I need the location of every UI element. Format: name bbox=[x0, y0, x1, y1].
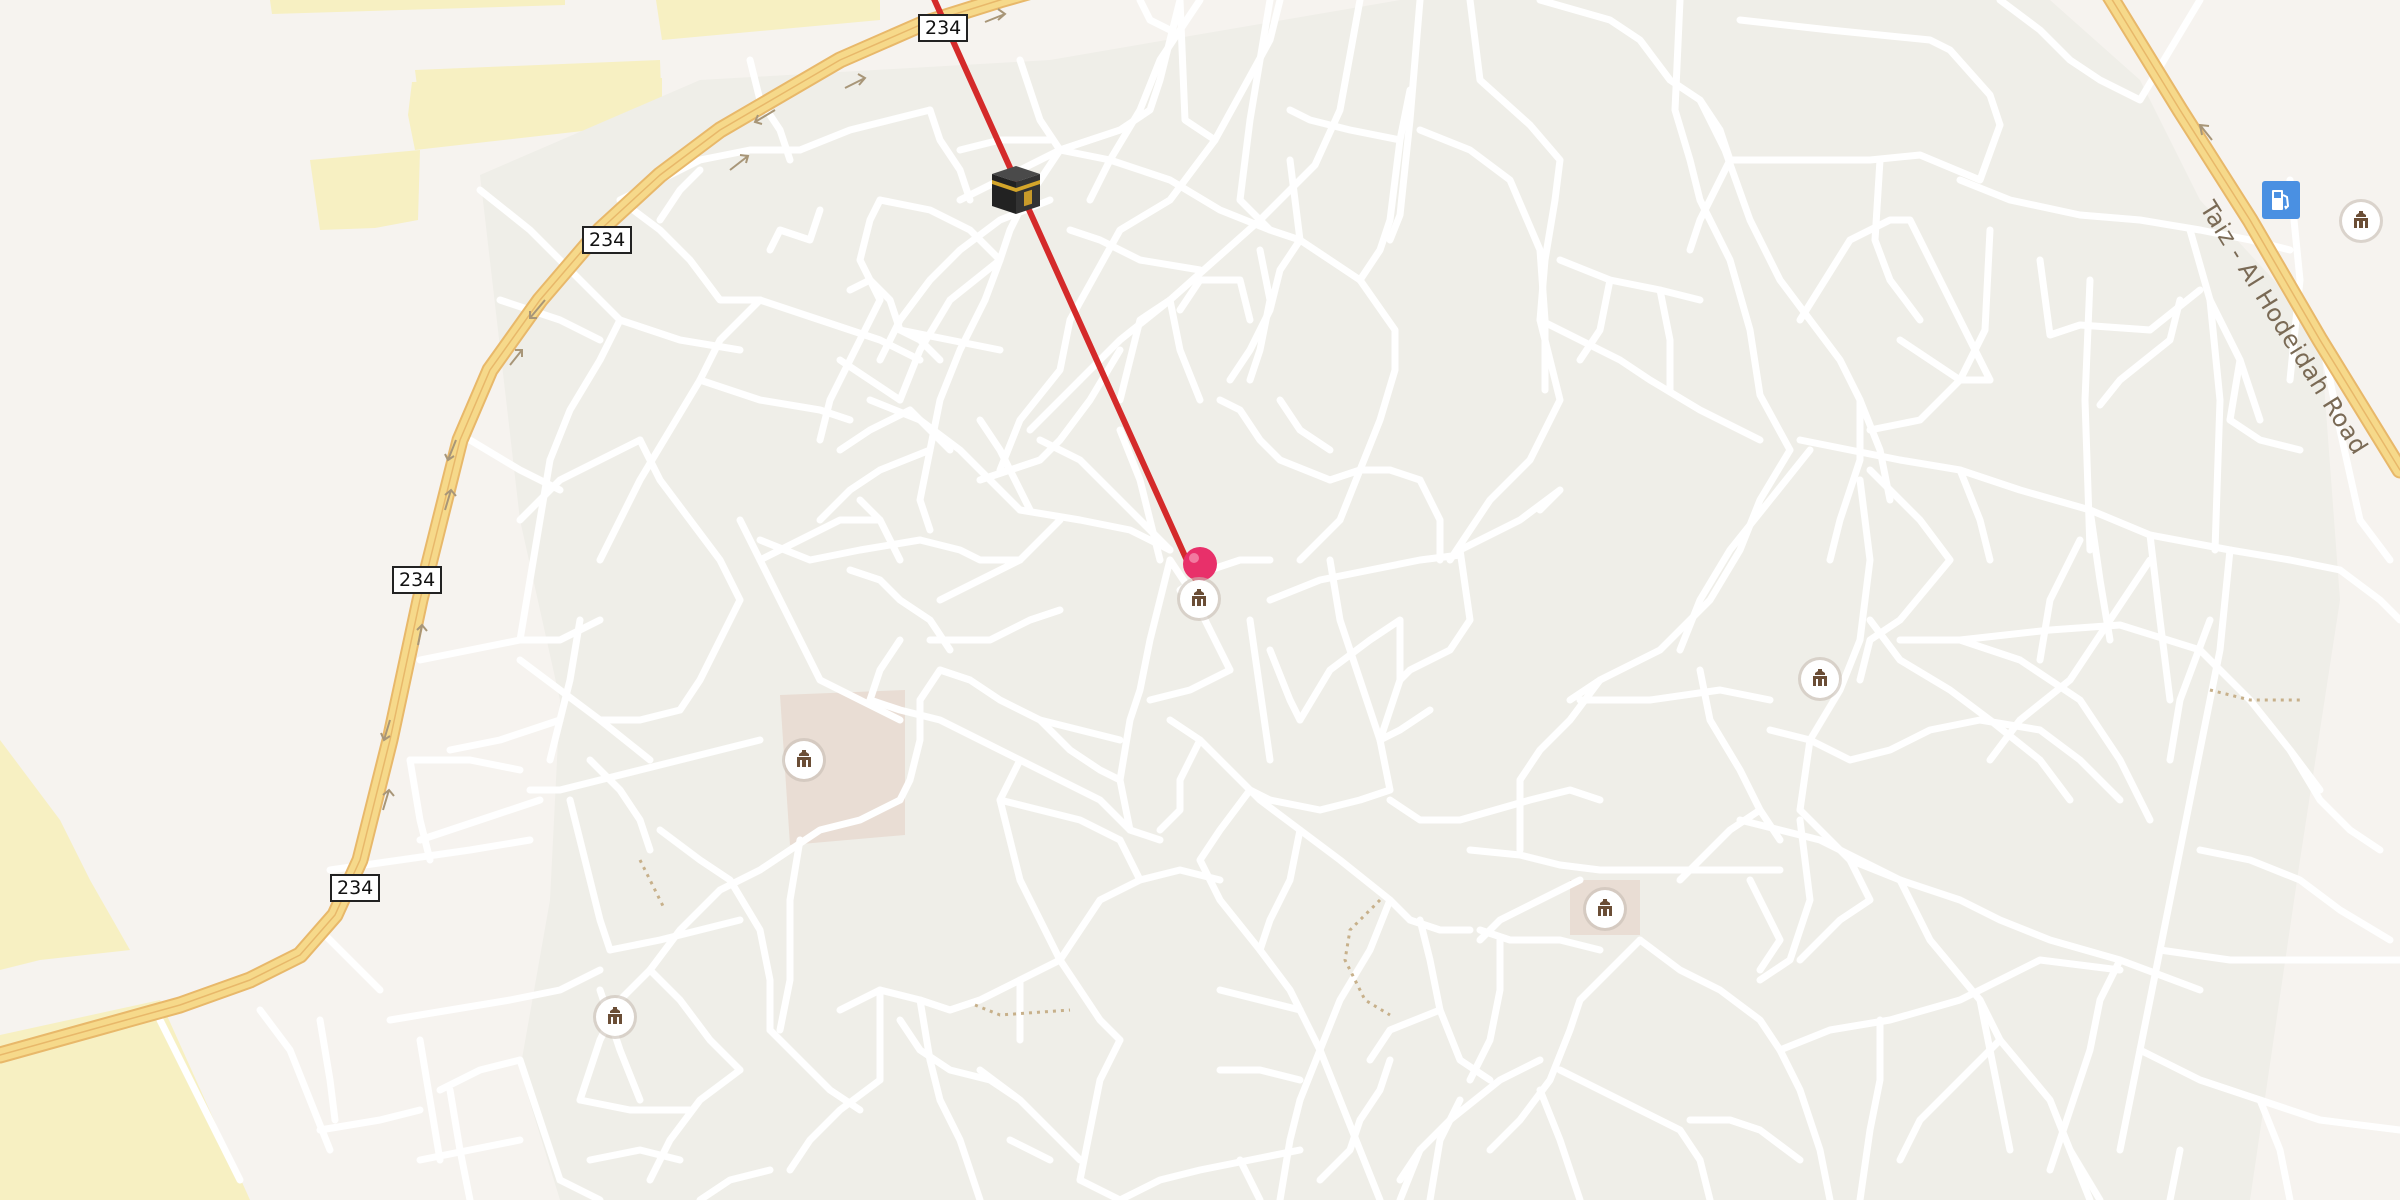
route-234-shield: 234 bbox=[918, 14, 969, 42]
fuel-station-icon[interactable] bbox=[2262, 181, 2300, 219]
kaaba-icon[interactable] bbox=[988, 162, 1044, 218]
mosque-icon[interactable] bbox=[785, 741, 823, 779]
mosque-icon[interactable] bbox=[1180, 580, 1218, 618]
mosque-icon[interactable] bbox=[596, 998, 634, 1036]
mosque-icon[interactable] bbox=[2342, 202, 2380, 240]
map-view[interactable]: 234 234 234 234 Taiz - Al Hodeidah Road bbox=[0, 0, 2400, 1200]
route-234-shield: 234 bbox=[392, 566, 443, 594]
route-234-shield: 234 bbox=[330, 874, 381, 902]
route-234-shield: 234 bbox=[582, 226, 633, 254]
mosque-icon[interactable] bbox=[1586, 890, 1624, 928]
mosque-icon[interactable] bbox=[1801, 660, 1839, 698]
